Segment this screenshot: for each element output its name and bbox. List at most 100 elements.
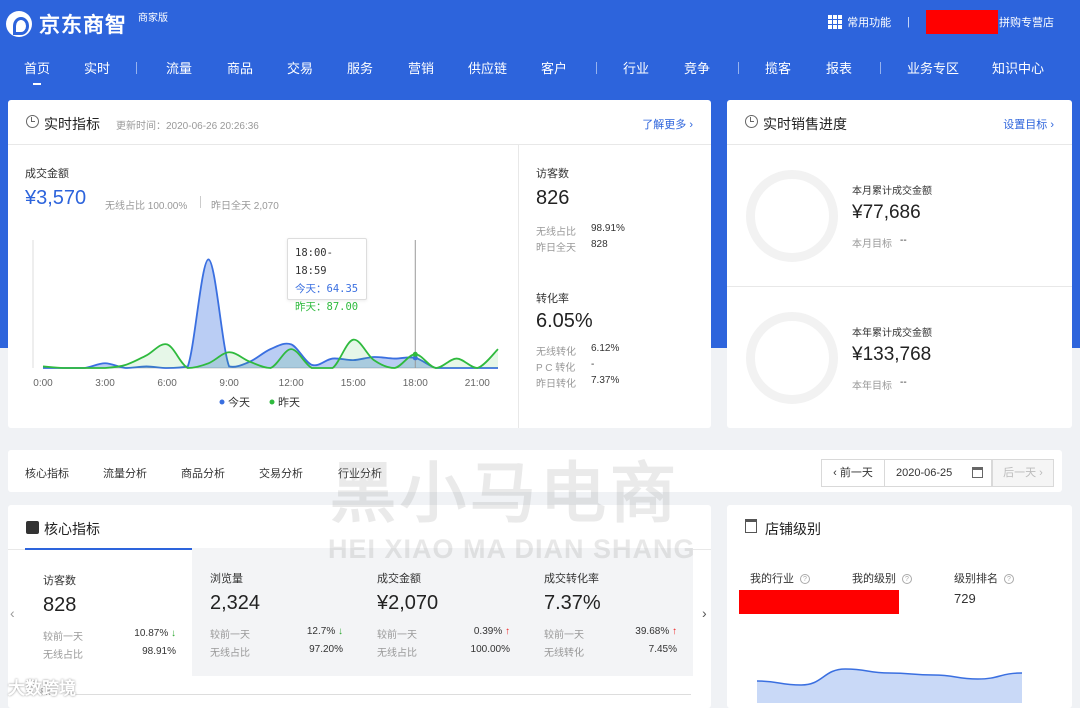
nav-item-knowledge[interactable]: 知识中心 [992,58,1044,77]
metric-value: ¥2,070 [377,592,439,614]
chart-tooltip: 18:00-18:59 今天：64.35 昨天：87.00 [287,238,367,313]
x-tick-label: 3:00 [95,378,115,389]
nav-item-customer[interactable]: 客户 [541,58,567,77]
nav-item-trade[interactable]: 交易 [287,58,313,77]
metric-tile-visitors[interactable]: 访客数 828 较前一天 10.87% ↓ 无线占比 98.91% [25,548,192,676]
set-goal-link[interactable]: 设置目标 › [1003,116,1054,132]
x-tick-label: 6:00 [157,378,177,389]
metric-label: 成交金额 [377,573,421,585]
nav-item-service[interactable]: 服务 [347,58,373,77]
x-tick-label: 0:00 [33,378,53,389]
year-total-value: ¥133,768 [852,344,932,365]
arrow-up-icon: ↑ [505,626,510,637]
conv-wireless-value: 6.12% [591,343,620,354]
top-bar: 京东商智 商家版 常用功能 | 拼购专营店 [0,0,1080,48]
store-name-link[interactable]: 拼购专营店 [999,14,1054,30]
divider: | [907,16,910,28]
metric-tile-conversion[interactable]: 成交转化率 7.37% 较前一天 39.68% ↑ 无线转化 7.45% [526,548,693,676]
divider [200,196,201,208]
tab-traffic-analysis[interactable]: 流量分析 [103,465,147,481]
wireless-value: 7.45% [648,644,677,655]
visitors-label: 访客数 [536,168,569,180]
bottom-watermark: 大数跨境 [8,679,76,698]
metric-value: 2,324 [210,592,261,614]
realtime-trend-chart[interactable]: 0:00 3:00 6:00 9:00 12:00 15:00 18:00 21:00 今天 昨天 [8,230,513,415]
nav-item-supply-chain[interactable]: 供应链 [468,58,507,77]
nav-item-industry[interactable]: 行业 [623,58,649,77]
conv-yesterday-value: 7.37% [591,375,620,386]
store-icon [745,519,757,533]
watermark-subtext: HEI XIAO MA DIAN SHANG [328,534,696,564]
core-metrics-title: 核心指标 [44,521,100,537]
help-icon[interactable]: ? [800,574,810,584]
main-nav: 首页 实时 流量 商品 交易 服务 营销 供应链 客户 行业 竞争 揽客 报表 … [0,58,1080,85]
visitors-value: 826 [536,187,570,209]
nav-item-business-zone[interactable]: 业务专区 [907,58,959,77]
prev-day-button[interactable]: ‹ 前一天 [821,459,885,487]
metric-tile-gmv[interactable]: 成交金额 ¥2,070 较前一天 0.39% ↑ 无线占比 100.00% [359,548,526,676]
edition-label: 商家版 [138,13,168,24]
store-level-card: 店铺级别 我的行业? 我的级别? 级别排名? 729 [727,505,1072,708]
metric-tile-pageviews[interactable]: 浏览量 2,324 较前一天 12.7% ↓ 无线占比 97.20% [192,548,359,676]
brand-name: 京东商智 [39,14,127,37]
axis-line [64,694,691,695]
nav-item-competition[interactable]: 竞争 [684,58,710,77]
learn-more-link[interactable]: 了解更多 › [642,116,693,132]
nav-item-reports[interactable]: 报表 [826,58,852,77]
nav-item-marketing[interactable]: 营销 [408,58,434,77]
store-level-title: 店铺级别 [765,521,821,537]
clock-icon [26,115,39,128]
trend-area [757,669,1022,703]
top-right-menu: 常用功能 | 拼购专营店 [828,10,1054,34]
prev-page-chevron-icon[interactable]: ‹ [10,605,15,621]
tab-product-analysis[interactable]: 商品分析 [181,465,225,481]
wireless-label: 无线占比 [377,648,417,659]
year-total-label: 本年累计成交金额 [852,328,932,339]
update-time: 更新时间：2020-06-26 20:26:36 [116,121,259,132]
target-icon [745,115,758,128]
tab-core-metrics[interactable]: 核心指标 [25,465,69,481]
yesterday-total: 昨日全天 2,070 [211,201,279,212]
nav-item-realtime[interactable]: 实时 [84,58,110,77]
brand-logo[interactable]: 京东商智 [6,9,127,39]
help-icon[interactable]: ? [1004,574,1014,584]
month-total-value: ¥77,686 [852,202,921,223]
conv-wireless-label: 无线转化 [536,347,576,358]
realtime-card-header: 实时指标 更新时间：2020-06-26 20:26:36 了解更多 › [8,100,711,145]
common-functions-link[interactable]: 常用功能 [847,14,891,30]
x-tick-label: 9:00 [219,378,239,389]
date-picker[interactable]: 2020-06-25 [884,459,992,487]
nav-item-traffic[interactable]: 流量 [166,58,192,77]
nav-item-home[interactable]: 首页 [24,58,50,85]
next-day-button[interactable]: 后一天 › [992,459,1054,487]
compare-label: 较前一天 [210,630,250,641]
nav-item-acquisition[interactable]: 揽客 [765,58,791,77]
tab-trade-analysis[interactable]: 交易分析 [259,465,303,481]
arrow-up-icon: ↑ [672,626,677,637]
wireless-label: 无线占比 [210,648,250,659]
conv-pc-label: P C 转化 [536,363,576,374]
compare-value: 0.39% ↑ [473,626,510,637]
wireless-ratio: 无线占比 100.00% [105,201,188,212]
jd-logo-icon [6,11,32,37]
nav-divider [596,62,597,74]
compare-value: 10.87% ↓ [134,628,176,639]
arrow-down-icon: ↓ [171,628,176,639]
month-target-value: -- [900,235,907,246]
nav-item-product[interactable]: 商品 [227,58,253,77]
metric-label: 成交转化率 [544,573,599,585]
x-tick-label: 21:00 [465,378,490,389]
wireless-label: 无线转化 [544,648,584,659]
wireless-label: 无线占比 [43,650,83,661]
month-total-label: 本月累计成交金额 [852,186,932,197]
visitors-wireless-label: 无线占比 [536,227,576,238]
visitors-yesterday-label: 昨日全天 [536,243,576,254]
help-icon[interactable]: ? [902,574,912,584]
core-metrics-icon [26,521,39,534]
x-tick-label: 18:00 [403,378,428,389]
arrow-down-icon: ↓ [338,626,343,637]
sales-progress-title: 实时销售进度 [763,116,847,132]
conversion-value: 6.05% [536,310,593,332]
next-page-chevron-icon[interactable]: › [702,605,707,621]
year-progress-ring [746,312,838,404]
